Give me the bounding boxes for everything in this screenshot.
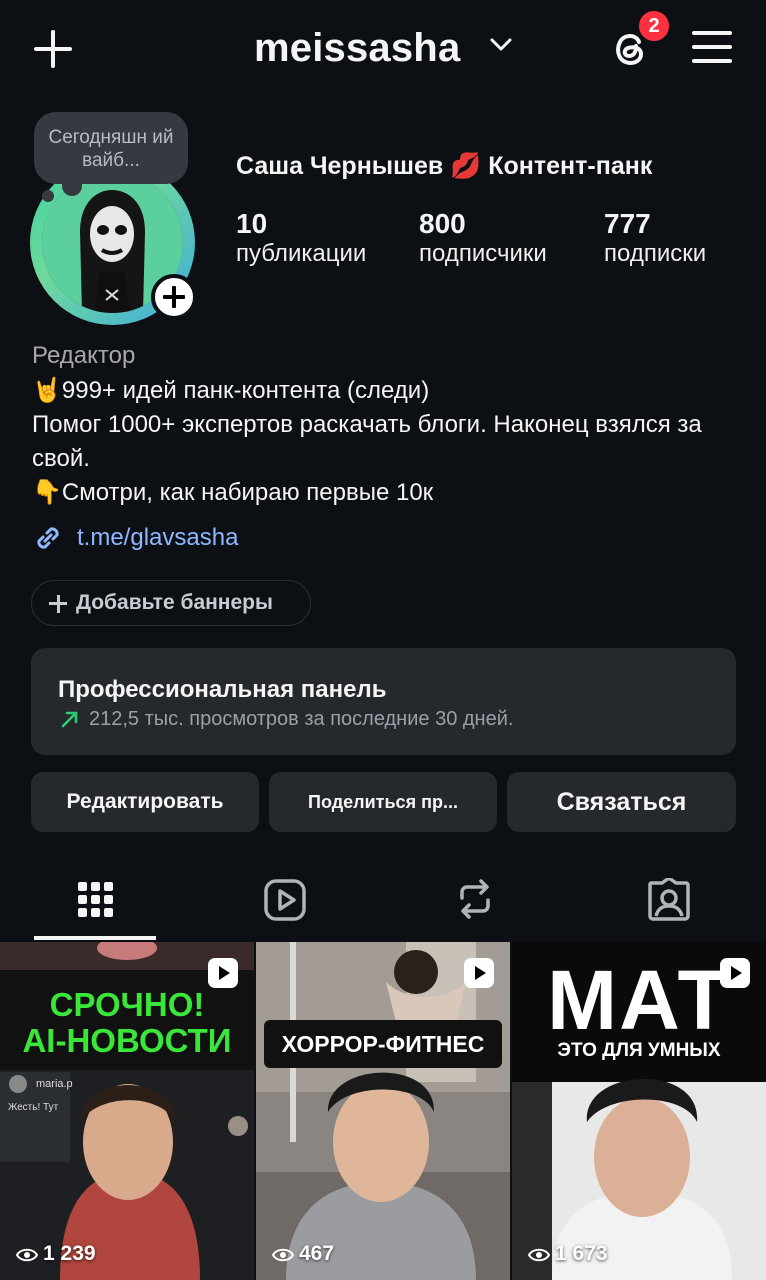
reel-icon bbox=[208, 958, 238, 988]
profile-username[interactable]: meissasha bbox=[254, 26, 460, 71]
post-tile[interactable]: МАТ ЭТО ДЛЯ УМНЫХ 1 673 bbox=[512, 942, 766, 1280]
pro-panel-title: Профессиональная панель bbox=[58, 676, 387, 703]
profile-link-text[interactable]: t.me/glavsasha bbox=[77, 524, 238, 552]
reels-icon bbox=[264, 879, 306, 921]
bio-line: 👇Смотри, как набираю первые 10к bbox=[32, 479, 434, 506]
link-icon bbox=[37, 527, 59, 549]
tab-tagged[interactable] bbox=[576, 870, 766, 940]
chevron-down-icon[interactable] bbox=[490, 38, 512, 52]
post-tile[interactable]: СРОЧНО! AI-НОВОСТИ maria.p Жесть! Тут 1 … bbox=[0, 942, 254, 1280]
stat-followers-label: подписчики bbox=[419, 240, 547, 267]
post-tile[interactable]: ХОРРОР-ФИТНЕС 467 bbox=[256, 942, 510, 1280]
reel-icon bbox=[464, 958, 494, 988]
profile-bio: 🤘999+ идей панк-контента (следи) Помог 1… bbox=[32, 374, 742, 510]
stat-following[interactable]: 777 подписки bbox=[604, 208, 706, 268]
view-count: 1 673 bbox=[527, 1242, 608, 1266]
tab-grid[interactable] bbox=[0, 870, 192, 940]
post-headline: AI-НОВОСТИ bbox=[22, 1022, 232, 1059]
create-plus-icon[interactable] bbox=[30, 26, 76, 72]
tab-reposts[interactable] bbox=[384, 870, 576, 940]
grid-icon bbox=[78, 882, 113, 917]
profile-full-name: Саша Чернышев 💋 Контент-панк bbox=[236, 152, 653, 180]
view-count-value: 1 673 bbox=[555, 1242, 608, 1265]
trend-up-icon bbox=[61, 711, 78, 728]
stat-followers-value: 800 bbox=[419, 208, 466, 239]
eye-icon bbox=[527, 1248, 551, 1262]
stat-followers[interactable]: 800 подписчики bbox=[419, 208, 547, 268]
tab-reels[interactable] bbox=[192, 870, 384, 940]
edit-profile-button[interactable]: Редактировать bbox=[31, 772, 259, 832]
pro-panel-subtitle: 212,5 тыс. просмотров за последние 30 дн… bbox=[89, 708, 514, 730]
reel-icon bbox=[720, 958, 750, 988]
top-bar: meissasha 2 bbox=[0, 0, 766, 100]
tagged-user-icon bbox=[648, 878, 690, 921]
eye-icon bbox=[15, 1248, 39, 1262]
post-headline: ХОРРОР-ФИТНЕС bbox=[264, 1020, 502, 1068]
post-headline: СРОЧНО! bbox=[49, 986, 205, 1023]
stat-posts-value: 10 bbox=[236, 208, 268, 239]
post-thumbnail bbox=[256, 942, 510, 1280]
overlay-text: Жесть! Тут bbox=[8, 1102, 59, 1113]
add-story-plus-icon[interactable] bbox=[151, 274, 197, 320]
active-tab-indicator bbox=[34, 936, 156, 940]
note-bubble-tail bbox=[42, 190, 54, 202]
overlay-username: maria.p bbox=[36, 1078, 73, 1090]
bio-line: 🤘999+ идей панк-контента (следи) bbox=[32, 377, 430, 404]
bio-line: Помог 1000+ экспертов раскачать блоги. Н… bbox=[32, 411, 702, 472]
professional-dashboard[interactable]: Профессиональная панель 212,5 тыс. просм… bbox=[31, 648, 736, 755]
post-subheadline: ЭТО ДЛЯ УМНЫХ bbox=[557, 1040, 721, 1061]
notification-badge: 2 bbox=[636, 8, 672, 44]
view-count: 467 bbox=[271, 1242, 335, 1266]
contact-button[interactable]: Связаться bbox=[507, 772, 736, 832]
view-count: 1 239 bbox=[15, 1242, 96, 1266]
repost-icon bbox=[460, 879, 490, 919]
add-banners-button[interactable]: Добавьте баннеры bbox=[31, 580, 311, 626]
view-count-value: 467 bbox=[299, 1242, 335, 1265]
hamburger-menu-icon[interactable] bbox=[692, 28, 734, 66]
profile-category: Редактор bbox=[32, 342, 136, 369]
stat-posts-label: публикации bbox=[236, 240, 367, 267]
note-bubble[interactable]: Сегодняшн ий вайб... bbox=[34, 112, 188, 196]
stat-following-label: подписки bbox=[604, 240, 707, 267]
eye-icon bbox=[271, 1248, 295, 1262]
stat-following-value: 777 bbox=[604, 208, 651, 239]
share-profile-button[interactable]: Поделиться пр... bbox=[269, 772, 497, 832]
stat-posts[interactable]: 10 публикации bbox=[236, 208, 366, 268]
view-count-value: 1 239 bbox=[43, 1242, 96, 1265]
